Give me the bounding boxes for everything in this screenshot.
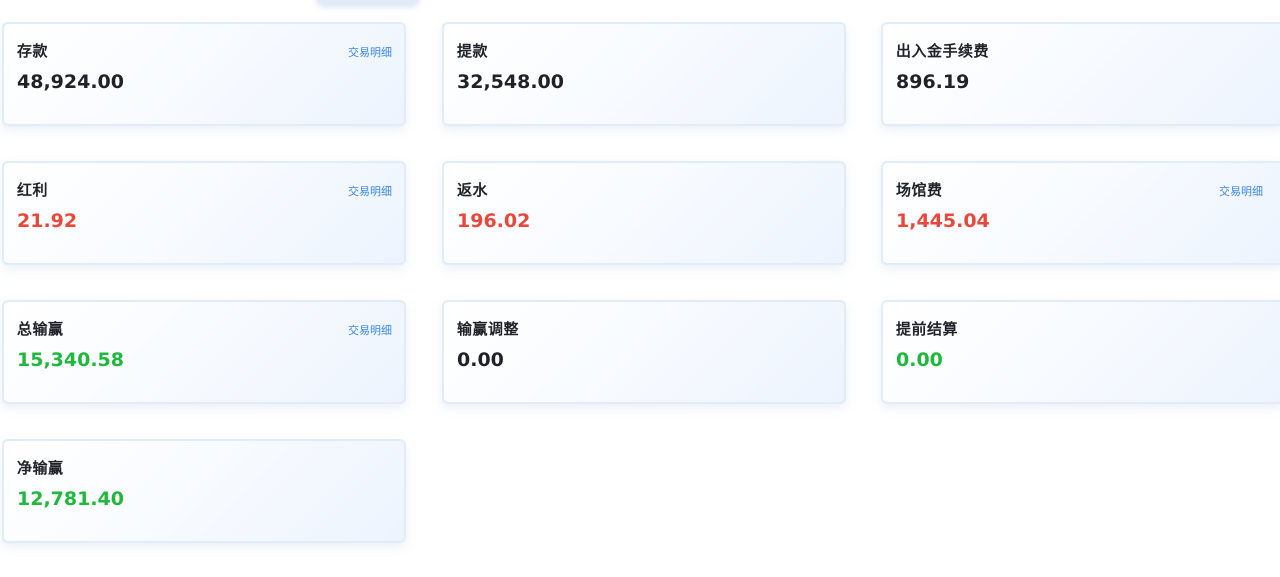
card-label: 场馆费 xyxy=(896,181,943,199)
card-label: 返水 xyxy=(457,181,489,199)
card-label: 出入金手续费 xyxy=(896,42,990,60)
card-total-win-loss: 总输赢 交易明细 15,340.58 xyxy=(2,300,406,404)
card-value: 15,340.58 xyxy=(17,349,124,371)
card-value: 196.02 xyxy=(457,210,531,232)
card-label: 总输赢 xyxy=(17,320,64,338)
card-value: 32,548.00 xyxy=(457,71,564,93)
card-fee: 出入金手续费 896.19 xyxy=(881,22,1280,126)
card-value: 0.00 xyxy=(896,349,943,371)
card-withdrawal: 提款 32,548.00 xyxy=(442,22,846,126)
transaction-details-link[interactable]: 交易明细 xyxy=(348,44,392,60)
card-value: 1,445.04 xyxy=(896,210,990,232)
card-value: 896.19 xyxy=(896,71,970,93)
card-value: 21.92 xyxy=(17,210,78,232)
transaction-details-link[interactable]: 交易明细 xyxy=(1219,183,1263,199)
card-label: 净输赢 xyxy=(17,459,64,477)
card-label: 存款 xyxy=(17,42,49,60)
card-label: 提前结算 xyxy=(896,320,959,338)
card-label: 输赢调整 xyxy=(457,320,520,338)
card-win-loss-adjustment: 输赢调整 0.00 xyxy=(442,300,846,404)
card-early-settlement: 提前结算 0.00 xyxy=(881,300,1280,404)
top-tab-indicator[interactable] xyxy=(316,0,420,4)
transaction-details-link[interactable]: 交易明细 xyxy=(348,322,392,338)
card-venue-fee: 场馆费 交易明细 1,445.04 xyxy=(881,161,1280,265)
transaction-details-link[interactable]: 交易明细 xyxy=(348,183,392,199)
card-value: 12,781.40 xyxy=(17,488,124,510)
card-value: 0.00 xyxy=(457,349,504,371)
card-label: 提款 xyxy=(457,42,489,60)
card-value: 48,924.00 xyxy=(17,71,124,93)
card-rebate: 返水 196.02 xyxy=(442,161,846,265)
card-net-win-loss: 净输赢 12,781.40 xyxy=(2,439,406,543)
card-bonus: 红利 交易明细 21.92 xyxy=(2,161,406,265)
card-deposit: 存款 交易明细 48,924.00 xyxy=(2,22,406,126)
card-label: 红利 xyxy=(17,181,49,199)
